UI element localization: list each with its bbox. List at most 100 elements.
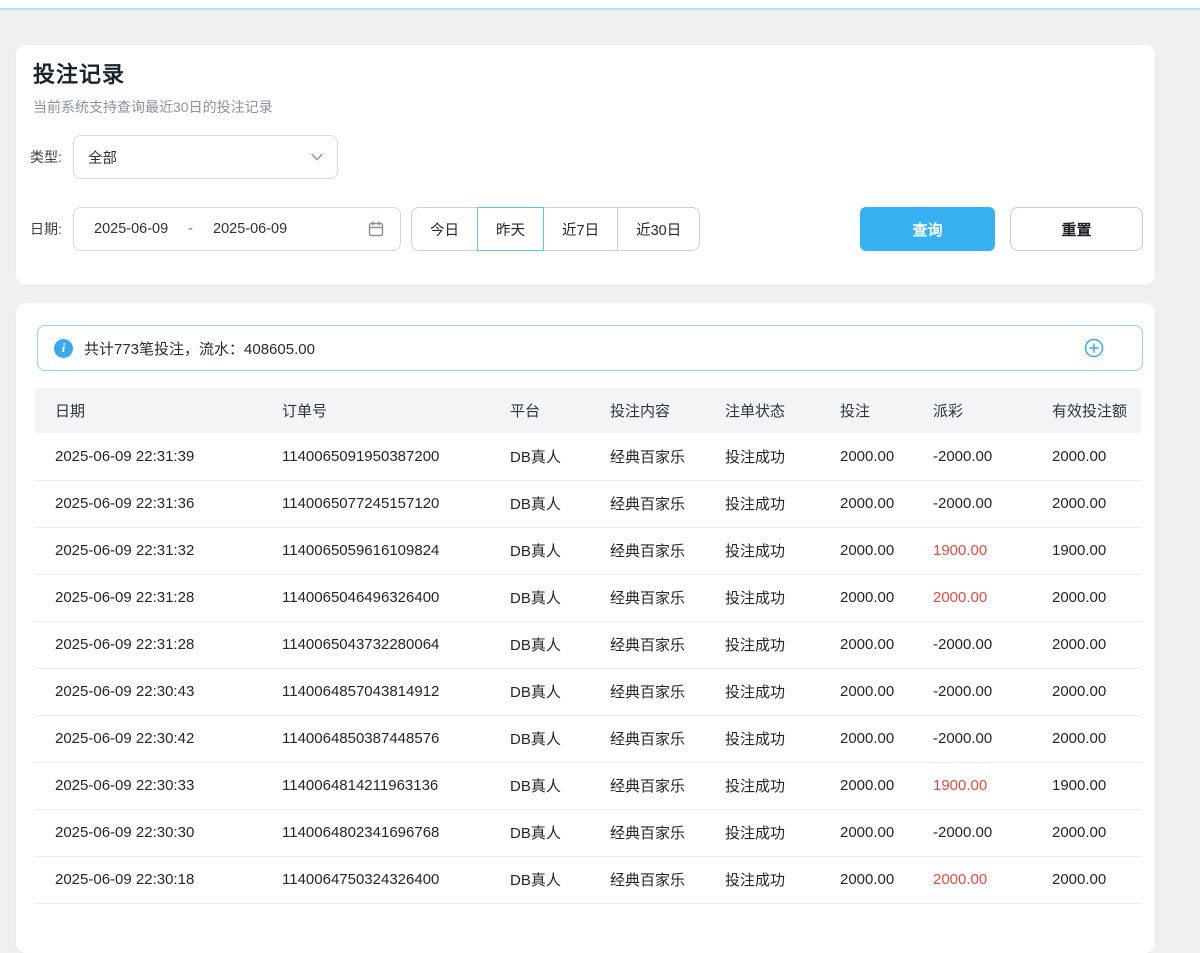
quick-range-today[interactable]: 今日 (411, 207, 478, 251)
table-row: 2025-06-09 22:31:28 1140065043732280064 … (35, 621, 1141, 668)
cell-bet-content: 经典百家乐 (590, 574, 705, 621)
cell-platform: DB真人 (490, 762, 590, 809)
cell-bet-status: 投注成功 (705, 809, 820, 856)
date-range-picker[interactable]: 2025-06-09 - 2025-06-09 (73, 207, 401, 251)
cell-order-no: 1140064857043814912 (262, 668, 490, 715)
cell-bet-amount: 2000.00 (820, 527, 913, 574)
results-panel: i 共计773笔投注，流水：408605.00 日期 订单号 平台 投注内容 注… (16, 303, 1155, 953)
cell-valid-bet: 2000.00 (1032, 856, 1141, 903)
date-end-value: 2025-06-09 (213, 221, 287, 237)
cell-payout: -2000.00 (913, 433, 1032, 480)
cell-bet-status: 投注成功 (705, 762, 820, 809)
cell-order-no: 1140064802341696768 (262, 809, 490, 856)
cell-valid-bet: 2000.00 (1032, 809, 1141, 856)
cell-valid-bet: 2000.00 (1032, 480, 1141, 527)
column-header-order-no: 订单号 (262, 388, 490, 433)
cell-valid-bet: 2000.00 (1032, 621, 1141, 668)
cell-valid-bet: 2000.00 (1032, 433, 1141, 480)
filter-actions: 查询 重置 (860, 207, 1143, 251)
cell-payout: -2000.00 (913, 668, 1032, 715)
cell-date: 2025-06-09 22:31:28 (35, 574, 262, 621)
cell-order-no: 1140064850387448576 (262, 715, 490, 762)
cell-bet-amount: 2000.00 (820, 433, 913, 480)
type-select[interactable]: 全部 (73, 135, 338, 179)
cell-order-no: 1140065077245157120 (262, 480, 490, 527)
table-row: 2025-06-09 22:30:33 1140064814211963136 … (35, 762, 1141, 809)
cell-bet-content: 经典百家乐 (590, 856, 705, 903)
cell-order-no: 1140065043732280064 (262, 621, 490, 668)
cell-bet-amount: 2000.00 (820, 668, 913, 715)
summary-text: 共计773笔投注，流水：408605.00 (84, 338, 315, 359)
cell-valid-bet: 1900.00 (1032, 527, 1141, 574)
cell-bet-status: 投注成功 (705, 527, 820, 574)
column-header-bet-content: 投注内容 (590, 388, 705, 433)
table-row: 2025-06-09 22:30:43 1140064857043814912 … (35, 668, 1141, 715)
table-header-row: 日期 订单号 平台 投注内容 注单状态 投注 派彩 有效投注额 (35, 388, 1141, 433)
cell-valid-bet: 1900.00 (1032, 762, 1141, 809)
cell-valid-bet: 2000.00 (1032, 668, 1141, 715)
cell-order-no: 1140065091950387200 (262, 433, 490, 480)
cell-date: 2025-06-09 22:31:36 (35, 480, 262, 527)
cell-order-no: 1140064750324326400 (262, 856, 490, 903)
plus-circle-icon[interactable] (1084, 338, 1104, 358)
table-row: 2025-06-09 22:31:39 1140065091950387200 … (35, 433, 1141, 480)
cell-order-no: 1140064814211963136 (262, 762, 490, 809)
table-row: 2025-06-09 22:30:30 1140064802341696768 … (35, 809, 1141, 856)
table-row: 2025-06-09 22:31:28 1140065046496326400 … (35, 574, 1141, 621)
cell-payout: 2000.00 (913, 574, 1032, 621)
quick-range-last7days[interactable]: 近7日 (543, 207, 618, 251)
cell-payout: 1900.00 (913, 527, 1032, 574)
cell-date: 2025-06-09 22:31:28 (35, 621, 262, 668)
column-header-payout: 派彩 (913, 388, 1032, 433)
filter-panel: 投注记录 当前系统支持查询最近30日的投注记录 类型: 全部 日期: 2025-… (16, 45, 1155, 285)
cell-bet-status: 投注成功 (705, 433, 820, 480)
cell-platform: DB真人 (490, 809, 590, 856)
page-title: 投注记录 (33, 57, 125, 89)
cell-bet-status: 投注成功 (705, 856, 820, 903)
type-select-value: 全部 (88, 147, 117, 168)
summary-banner: i 共计773笔投注，流水：408605.00 (37, 325, 1143, 371)
cell-date: 2025-06-09 22:30:18 (35, 856, 262, 903)
cell-bet-status: 投注成功 (705, 480, 820, 527)
cell-bet-amount: 2000.00 (820, 715, 913, 762)
cell-platform: DB真人 (490, 621, 590, 668)
query-button[interactable]: 查询 (860, 207, 995, 251)
cell-platform: DB真人 (490, 856, 590, 903)
date-start-value: 2025-06-09 (94, 221, 168, 237)
cell-payout: -2000.00 (913, 715, 1032, 762)
table-body: 2025-06-09 22:31:39 1140065091950387200 … (35, 433, 1141, 903)
cell-bet-amount: 2000.00 (820, 809, 913, 856)
cell-bet-content: 经典百家乐 (590, 480, 705, 527)
date-filter-row: 日期: 2025-06-09 - 2025-06-09 今日 昨天 近7日 近3… (30, 207, 1143, 251)
quick-range-last30days[interactable]: 近30日 (617, 207, 700, 251)
cell-platform: DB真人 (490, 480, 590, 527)
cell-payout: 1900.00 (913, 762, 1032, 809)
cell-order-no: 1140065046496326400 (262, 574, 490, 621)
cell-bet-content: 经典百家乐 (590, 527, 705, 574)
cell-valid-bet: 2000.00 (1032, 715, 1141, 762)
cell-payout: 2000.00 (913, 856, 1032, 903)
reset-button[interactable]: 重置 (1010, 207, 1143, 251)
cell-bet-amount: 2000.00 (820, 574, 913, 621)
cell-payout: -2000.00 (913, 480, 1032, 527)
cell-platform: DB真人 (490, 527, 590, 574)
cell-bet-status: 投注成功 (705, 715, 820, 762)
cell-bet-amount: 2000.00 (820, 621, 913, 668)
top-divider (0, 0, 1200, 10)
cell-bet-status: 投注成功 (705, 668, 820, 715)
cell-bet-content: 经典百家乐 (590, 668, 705, 715)
cell-bet-content: 经典百家乐 (590, 762, 705, 809)
column-header-valid-bet: 有效投注额 (1032, 388, 1141, 433)
column-header-date: 日期 (35, 388, 262, 433)
cell-bet-status: 投注成功 (705, 621, 820, 668)
column-header-bet-status: 注单状态 (705, 388, 820, 433)
bet-records-table: 日期 订单号 平台 投注内容 注单状态 投注 派彩 有效投注额 2025-06-… (35, 388, 1141, 904)
cell-payout: -2000.00 (913, 809, 1032, 856)
quick-range-yesterday[interactable]: 昨天 (477, 207, 544, 251)
column-header-bet-amount: 投注 (820, 388, 913, 433)
type-label: 类型: (30, 147, 66, 167)
type-filter-row: 类型: 全部 (30, 135, 338, 179)
page-subtitle: 当前系统支持查询最近30日的投注记录 (33, 97, 273, 117)
table-row: 2025-06-09 22:31:32 1140065059616109824 … (35, 527, 1141, 574)
cell-valid-bet: 2000.00 (1032, 574, 1141, 621)
